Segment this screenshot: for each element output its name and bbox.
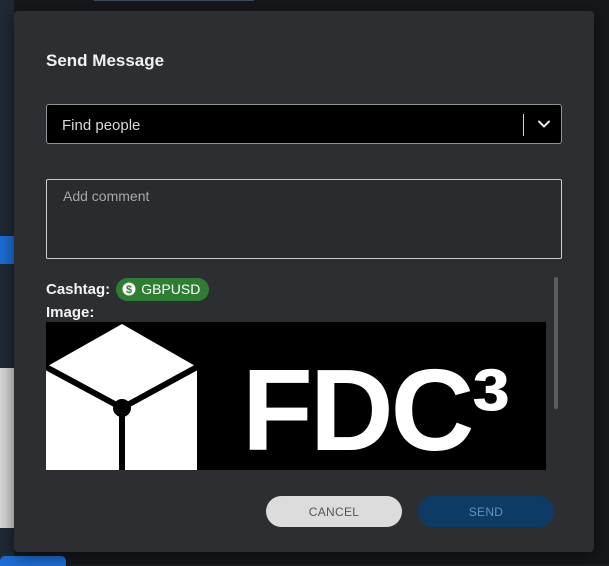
send-button[interactable]: SEND: [418, 496, 554, 527]
scrollbar[interactable]: [554, 277, 558, 409]
background-button: [0, 236, 14, 264]
find-people-select[interactable]: Find people: [46, 104, 562, 144]
cashtag-label: Cashtag:: [46, 281, 110, 298]
cashtag-row: Cashtag: $ GBPUSD: [46, 277, 209, 301]
select-divider: [523, 114, 524, 136]
fdc3-logo-text: FDC³: [242, 345, 508, 470]
cashtag-value: GBPUSD: [141, 281, 200, 297]
background-button: [0, 556, 66, 566]
cancel-button[interactable]: CANCEL: [266, 496, 402, 527]
cashtag-badge: $ GBPUSD: [116, 278, 209, 301]
image-label-row: Image:: [46, 304, 94, 322]
send-message-dialog: Send Message Find people Cashtag: $ GBPU…: [14, 11, 594, 552]
find-people-placeholder: Find people: [62, 117, 140, 134]
fdc3-logo-image: FDC³: [46, 322, 546, 470]
message-preview: Cashtag: $ GBPUSD Image: FDC³: [46, 275, 562, 470]
dollar-circle-icon: $: [122, 282, 136, 296]
svg-text:$: $: [126, 284, 132, 296]
background-image: [0, 368, 14, 528]
comment-input[interactable]: [46, 179, 562, 259]
chevron-down-icon[interactable]: [533, 113, 555, 135]
image-label: Image:: [46, 304, 94, 321]
dialog-title: Send Message: [46, 51, 164, 71]
background-divider: [94, 0, 254, 1]
